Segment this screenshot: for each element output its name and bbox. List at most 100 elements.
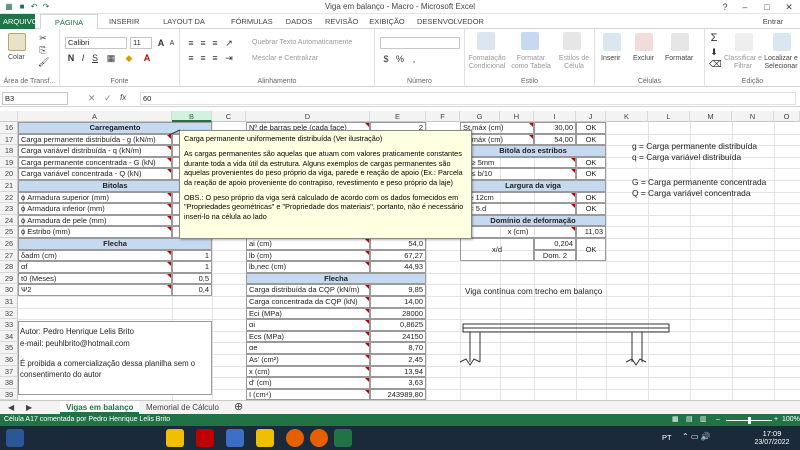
- flecha-calc-label[interactable]: I (cm⁴): [246, 388, 370, 400]
- flecha-calc-label[interactable]: αe: [246, 342, 370, 354]
- cell-styles-icon[interactable]: [563, 32, 581, 50]
- merge-center-button[interactable]: Mesclar e Centralizar: [252, 55, 318, 62]
- x-value[interactable]: 11,03: [576, 226, 606, 238]
- firefox-icon[interactable]: [286, 429, 304, 447]
- middle-value[interactable]: 54,0: [370, 238, 426, 250]
- format-cells-icon[interactable]: [671, 33, 689, 51]
- check-label[interactable]: ϕt ≤ b/10: [460, 168, 576, 180]
- clock-time[interactable]: 17:09: [752, 429, 792, 438]
- enter-icon[interactable]: ✓: [104, 93, 112, 104]
- flecha-value[interactable]: 1: [172, 261, 212, 273]
- row-header[interactable]: 38: [0, 377, 18, 389]
- copy-icon[interactable]: ⎘: [38, 45, 48, 55]
- row-header[interactable]: 20: [0, 168, 18, 180]
- format-cells-button[interactable]: Formatar: [665, 55, 693, 62]
- flecha-calc-label[interactable]: As' (cm²): [246, 354, 370, 366]
- flecha-calc-label[interactable]: αi: [246, 319, 370, 331]
- start-icon[interactable]: [6, 429, 24, 447]
- select-all-corner[interactable]: [0, 111, 18, 122]
- flecha-calc-label[interactable]: x (cm): [246, 365, 370, 378]
- flecha-calc-value[interactable]: 3,63: [370, 377, 426, 389]
- orientation-icon[interactable]: ↗: [224, 38, 234, 48]
- tab-inserir[interactable]: INSERIR: [106, 14, 140, 29]
- currency-icon[interactable]: $: [381, 54, 391, 64]
- close-icon[interactable]: ✕: [778, 0, 800, 14]
- smax-value[interactable]: 30,00: [534, 122, 576, 134]
- bold-icon[interactable]: N: [66, 53, 76, 63]
- tab-arquivo[interactable]: ARQUIVO: [0, 14, 38, 29]
- bitola-label[interactable]: ϕ Estribo (mm): [18, 226, 172, 238]
- row-header[interactable]: 22: [0, 192, 18, 204]
- tab-layout[interactable]: LAYOUT DA PÁGINA: [146, 14, 222, 41]
- indent-icon[interactable]: ⇥: [224, 53, 234, 63]
- flecha-calc-label[interactable]: Ecs (MPa): [246, 330, 370, 343]
- cancel-icon[interactable]: ✕: [88, 93, 96, 104]
- borders-icon[interactable]: ▦: [106, 53, 116, 63]
- sheet-tab-vigas[interactable]: Vigas em balanço: [60, 401, 140, 414]
- app-icon[interactable]: [196, 429, 214, 447]
- folder-icon[interactable]: [256, 429, 274, 447]
- column-header[interactable]: N: [732, 111, 774, 122]
- row-header[interactable]: 32: [0, 308, 18, 320]
- minimize-icon[interactable]: –: [734, 0, 756, 14]
- xd-value[interactable]: 0,204: [534, 238, 576, 250]
- align-top-icon[interactable]: ≡: [186, 38, 196, 48]
- row-header[interactable]: 37: [0, 366, 18, 378]
- column-header[interactable]: E: [370, 111, 426, 122]
- column-header[interactable]: I: [534, 111, 576, 122]
- row-header[interactable]: 16: [0, 122, 18, 134]
- column-header[interactable]: H: [500, 111, 534, 122]
- flecha-calc-value[interactable]: 14,00: [370, 296, 426, 308]
- file-explorer-icon[interactable]: [166, 429, 184, 447]
- normal-view-icon[interactable]: ▦: [672, 414, 679, 426]
- flecha-label[interactable]: t0 (Meses): [18, 272, 172, 285]
- load-label-Q[interactable]: Carga variável concentrada - Q (kN): [18, 168, 172, 180]
- flecha-calc-label[interactable]: Carga distribuída da CQP (kN/m): [246, 284, 370, 296]
- format-painter-icon[interactable]: 🖌: [38, 57, 49, 67]
- x-label[interactable]: x (cm): [460, 226, 576, 238]
- clock-date[interactable]: 23/07/2022: [752, 439, 792, 446]
- language-indicator[interactable]: PT: [662, 433, 672, 442]
- font-name-select[interactable]: Calibri: [65, 37, 127, 49]
- row-header[interactable]: 18: [0, 145, 18, 157]
- row-header[interactable]: 31: [0, 296, 18, 308]
- column-header[interactable]: L: [648, 111, 690, 122]
- sheet-prev-icon[interactable]: ◀: [2, 401, 20, 414]
- row-header[interactable]: 36: [0, 354, 18, 366]
- clear-icon[interactable]: ⌫: [709, 59, 722, 69]
- flecha-calc-label[interactable]: d' (cm): [246, 377, 370, 389]
- column-header[interactable]: A: [18, 111, 172, 122]
- signin-link[interactable]: Entrar: [755, 14, 791, 29]
- row-header[interactable]: 17: [0, 134, 18, 146]
- percent-icon[interactable]: %: [395, 54, 405, 64]
- column-header[interactable]: K: [606, 111, 648, 122]
- conditional-format-icon[interactable]: [477, 32, 495, 50]
- flecha-calc-label[interactable]: Eci (MPa): [246, 307, 370, 320]
- insert-cells-icon[interactable]: [603, 33, 621, 51]
- italic-icon[interactable]: I: [78, 53, 88, 63]
- zoom-slider-thumb[interactable]: [748, 417, 751, 424]
- name-box[interactable]: B3: [2, 92, 68, 105]
- row-header[interactable]: 29: [0, 273, 18, 285]
- tab-exibicao[interactable]: EXIBIÇÃO: [366, 14, 408, 29]
- row-header[interactable]: 28: [0, 261, 18, 273]
- firefox-icon[interactable]: [310, 429, 328, 447]
- flecha-label[interactable]: αf: [18, 261, 172, 273]
- row-header[interactable]: 35: [0, 342, 18, 354]
- format-table-icon[interactable]: [521, 32, 539, 50]
- middle-label[interactable]: lb (cm): [246, 249, 370, 262]
- load-label-G[interactable]: Carga permanente concentrada - G (kN): [18, 156, 172, 169]
- flecha-calc-label[interactable]: Carga concentrada da CQP (kN): [246, 296, 370, 308]
- paste-icon[interactable]: [8, 33, 26, 51]
- grow-font-icon[interactable]: A: [156, 38, 166, 48]
- row-header[interactable]: 33: [0, 319, 18, 331]
- row-header[interactable]: 24: [0, 215, 18, 227]
- flecha-calc-value[interactable]: 9,85: [370, 284, 426, 296]
- bitola-label[interactable]: ϕ Armadura superior (mm): [18, 191, 172, 204]
- sort-filter-icon[interactable]: [735, 33, 753, 51]
- fill-color-icon[interactable]: ◆: [124, 53, 134, 63]
- find-select-icon[interactable]: [773, 33, 791, 51]
- flecha-value[interactable]: 0,4: [172, 284, 212, 296]
- shrink-font-icon[interactable]: A: [167, 39, 177, 49]
- flecha-value[interactable]: 1: [172, 249, 212, 262]
